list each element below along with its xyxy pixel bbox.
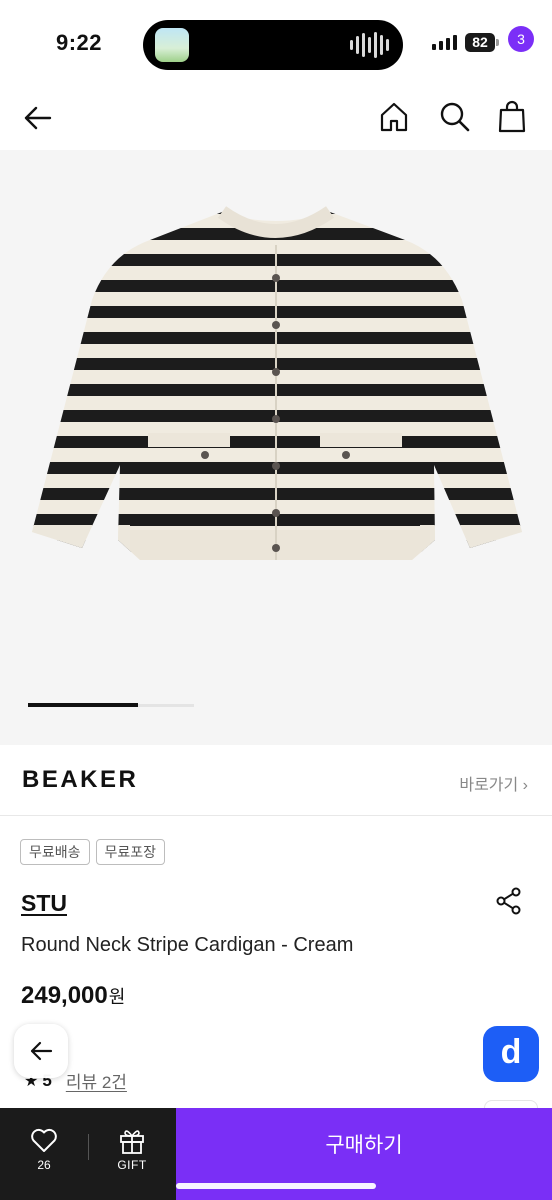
- shipping-tags: 무료배송 무료포장: [20, 839, 166, 865]
- home-indicator: [176, 1183, 376, 1189]
- product-price: 249,000원: [21, 982, 125, 1010]
- status-time: 9:22: [56, 30, 103, 55]
- share-icon[interactable]: [494, 886, 524, 916]
- brand-row[interactable]: BEAKER 바로가기 ›: [0, 746, 552, 816]
- floating-d-button[interactable]: d: [483, 1026, 539, 1082]
- free-wrapping-tag: 무료포장: [95, 839, 166, 865]
- product-image[interactable]: [0, 150, 552, 745]
- cart-count-badge: 3: [508, 26, 534, 52]
- battery-tip: [496, 39, 499, 46]
- signal-icon: [432, 34, 457, 50]
- shopping-bag-icon[interactable]: [496, 98, 532, 134]
- review-link[interactable]: 리뷰 2건: [66, 1068, 127, 1093]
- top-nav-bar: [0, 86, 552, 150]
- floating-back-button[interactable]: [14, 1024, 68, 1078]
- heart-icon: [31, 1128, 57, 1152]
- battery-icon: 82: [465, 33, 495, 52]
- bottom-left-panel: 26 GIFT: [0, 1108, 176, 1200]
- brand-logo: BEAKER: [22, 766, 139, 793]
- gift-label: GIFT: [117, 1158, 147, 1172]
- price-unit: 원: [108, 987, 126, 1007]
- bottom-divider: [88, 1134, 89, 1160]
- seller-name[interactable]: STU: [21, 890, 67, 917]
- price-value: 249,000: [21, 982, 108, 1009]
- carousel-indicator: [28, 703, 138, 707]
- free-shipping-tag: 무료배송: [20, 839, 90, 865]
- status-bar: 9:22 82: [0, 0, 552, 86]
- like-count: 26: [37, 1158, 51, 1172]
- search-icon[interactable]: [437, 99, 471, 133]
- home-icon[interactable]: [377, 100, 411, 134]
- gift-icon: [120, 1130, 144, 1154]
- scroll-to-top-button[interactable]: [484, 1100, 538, 1108]
- like-button[interactable]: 26: [22, 1124, 66, 1174]
- back-arrow-icon: [30, 1041, 53, 1061]
- brand-shortcut-link[interactable]: 바로가기 ›: [459, 771, 528, 795]
- now-playing-thumbnail: [155, 28, 189, 62]
- dynamic-island[interactable]: [143, 20, 403, 70]
- product-title: Round Neck Stripe Cardigan - Cream: [21, 934, 354, 956]
- gift-button[interactable]: GIFT: [110, 1124, 154, 1174]
- back-arrow-icon[interactable]: [20, 100, 56, 136]
- striped-cardigan-image: [32, 206, 522, 560]
- now-playing-waveform-icon: [350, 32, 389, 58]
